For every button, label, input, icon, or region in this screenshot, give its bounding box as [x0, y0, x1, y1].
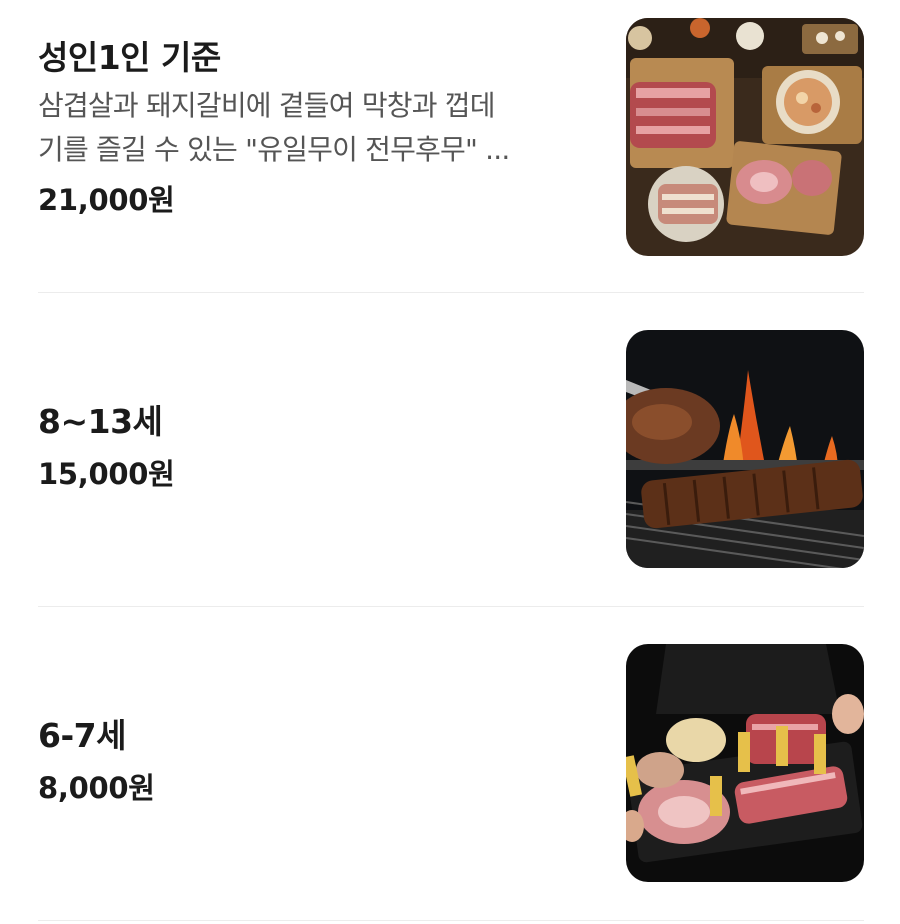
menu-item-description: 삼겹살과 돼지갈비에 곁들여 막창과 껍데 기를 즐길 수 있는 "유일무이 전… — [38, 84, 598, 172]
menu-item-description-line: 삼겹살과 돼지갈비에 곁들여 막창과 껍데 — [38, 89, 496, 122]
menu-item-adult[interactable]: 성인1인 기준 삼겹살과 돼지갈비에 곁들여 막창과 껍데 기를 즐길 수 있는… — [38, 18, 864, 258]
menu-item-text: 성인1인 기준 삼겹살과 돼지갈비에 곁들여 막창과 껍데 기를 즐길 수 있는… — [38, 36, 598, 222]
divider — [38, 606, 864, 607]
menu-item-description-line: 기를 즐길 수 있는 "유일무이 전무후무" ... — [38, 133, 510, 166]
menu-item-title: 8~13세 — [38, 402, 163, 441]
menu-item-child-6-7[interactable]: 6-7세 8,000원 — [38, 644, 864, 884]
menu-item-title: 성인1인 기준 — [38, 38, 221, 77]
ribs-on-grill-image[interactable] — [626, 330, 864, 568]
menu-list: 성인1인 기준 삼겹살과 돼지갈비에 곁들여 막창과 껍데 기를 즐길 수 있는… — [0, 0, 900, 924]
divider — [38, 920, 864, 921]
meat-tray-image[interactable] — [626, 644, 864, 882]
menu-item-text: 6-7세 8,000원 — [38, 714, 598, 810]
divider — [38, 292, 864, 293]
meat-platter-spread-image[interactable] — [626, 18, 864, 256]
menu-item-price: 8,000원 — [38, 771, 155, 805]
menu-item-title: 6-7세 — [38, 716, 126, 755]
menu-item-text: 8~13세 15,000원 — [38, 400, 598, 496]
menu-item-child-8-13[interactable]: 8~13세 15,000원 — [38, 330, 864, 570]
menu-item-price: 21,000원 — [38, 183, 175, 217]
menu-item-price: 15,000원 — [38, 457, 175, 491]
